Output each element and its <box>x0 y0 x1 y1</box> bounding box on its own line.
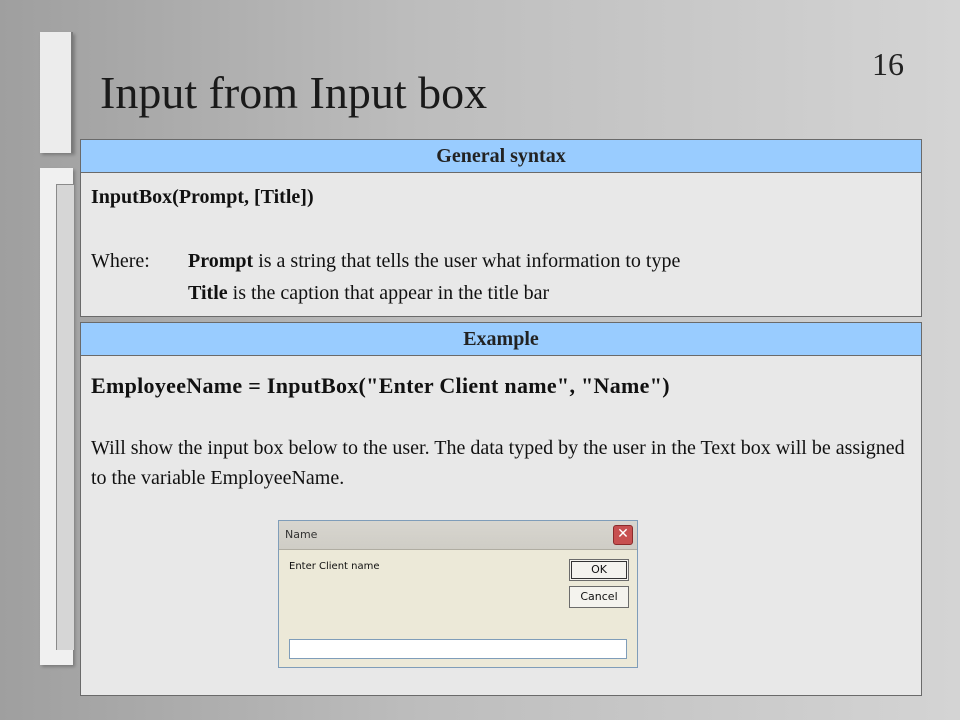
where-label: Where: <box>91 250 150 272</box>
title-description: Title is the caption that appear in the … <box>188 282 549 305</box>
panel-header-example: Example <box>81 323 921 356</box>
syntax-line: InputBox(Prompt, [Title]) <box>91 186 314 208</box>
example-description: Will show the input box below to the use… <box>91 437 905 489</box>
ok-button[interactable]: OK <box>569 559 629 581</box>
general-syntax-panel: General syntax InputBox(Prompt, [Title])… <box>80 139 922 317</box>
title-term: Title <box>188 282 228 304</box>
example-code: EmployeeName = InputBox("Enter Client na… <box>91 373 670 398</box>
text-input[interactable] <box>289 639 627 659</box>
prompt-text: is a string that tells the user what inf… <box>253 250 681 272</box>
prompt-term: Prompt <box>188 250 254 272</box>
page-number: 16 <box>872 46 904 82</box>
title-text: is the caption that appear in the title … <box>227 282 550 304</box>
close-icon[interactable]: ✕ <box>613 525 633 545</box>
dialog-prompt: Enter Client name <box>289 561 380 572</box>
page-title: Input from Input box <box>100 67 488 118</box>
panel-header-general-syntax: General syntax <box>81 140 921 173</box>
decorative-bar-lower-inset <box>56 184 74 650</box>
prompt-description: Prompt is a string that tells the user w… <box>188 250 680 273</box>
cancel-button[interactable]: Cancel <box>569 586 629 608</box>
decorative-bar-upper <box>40 32 73 153</box>
dialog-titlebar[interactable]: Name ✕ <box>279 521 637 550</box>
input-box-dialog: Name ✕ Enter Client name OK Cancel <box>278 520 638 668</box>
dialog-title: Name <box>285 528 318 541</box>
